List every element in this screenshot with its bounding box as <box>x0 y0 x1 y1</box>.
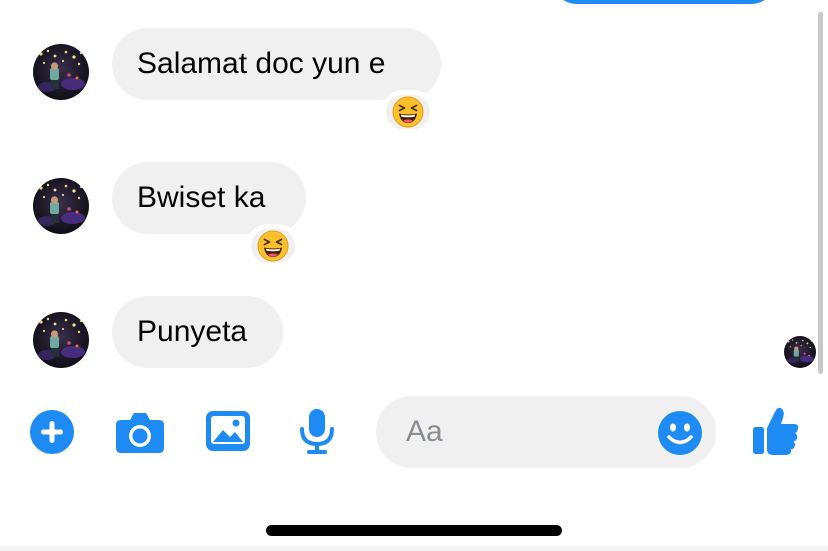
grinning-squinting-face-icon <box>257 230 289 262</box>
message-composer[interactable] <box>376 396 716 468</box>
contact-avatar[interactable] <box>33 178 89 234</box>
scrollbar[interactable] <box>818 12 823 374</box>
thumbs-up-button[interactable] <box>752 406 800 461</box>
contact-avatar[interactable] <box>33 44 89 100</box>
home-indicator[interactable] <box>266 525 562 536</box>
message-bubble[interactable]: Punyeta <box>112 296 283 368</box>
microphone-icon <box>300 409 334 454</box>
reaction-badge[interactable] <box>246 224 300 268</box>
message-input[interactable] <box>406 396 646 468</box>
microphone-button[interactable] <box>298 408 336 461</box>
reaction-badge[interactable] <box>381 90 435 134</box>
thumbs-up-icon <box>753 407 799 455</box>
bottom-edge <box>0 546 828 551</box>
message-text: Salamat doc yun e <box>137 47 386 80</box>
camera-button[interactable] <box>115 410 165 459</box>
grinning-squinting-face-icon <box>392 96 424 128</box>
read-receipt-avatar <box>784 336 816 368</box>
photo-button[interactable] <box>205 410 251 457</box>
sent-message-bubble-partial[interactable] <box>552 0 776 4</box>
message-bubble[interactable]: Salamat doc yun e <box>112 28 441 100</box>
camera-icon <box>116 413 164 453</box>
contact-avatar[interactable] <box>33 312 89 368</box>
smiley-icon <box>658 411 702 455</box>
message-text: Bwiset ka <box>137 181 266 214</box>
plus-button[interactable] <box>29 409 75 460</box>
emoji-button[interactable] <box>657 410 703 461</box>
message-text: Punyeta <box>137 315 248 348</box>
photo-icon <box>206 411 250 451</box>
plus-icon <box>30 410 74 454</box>
